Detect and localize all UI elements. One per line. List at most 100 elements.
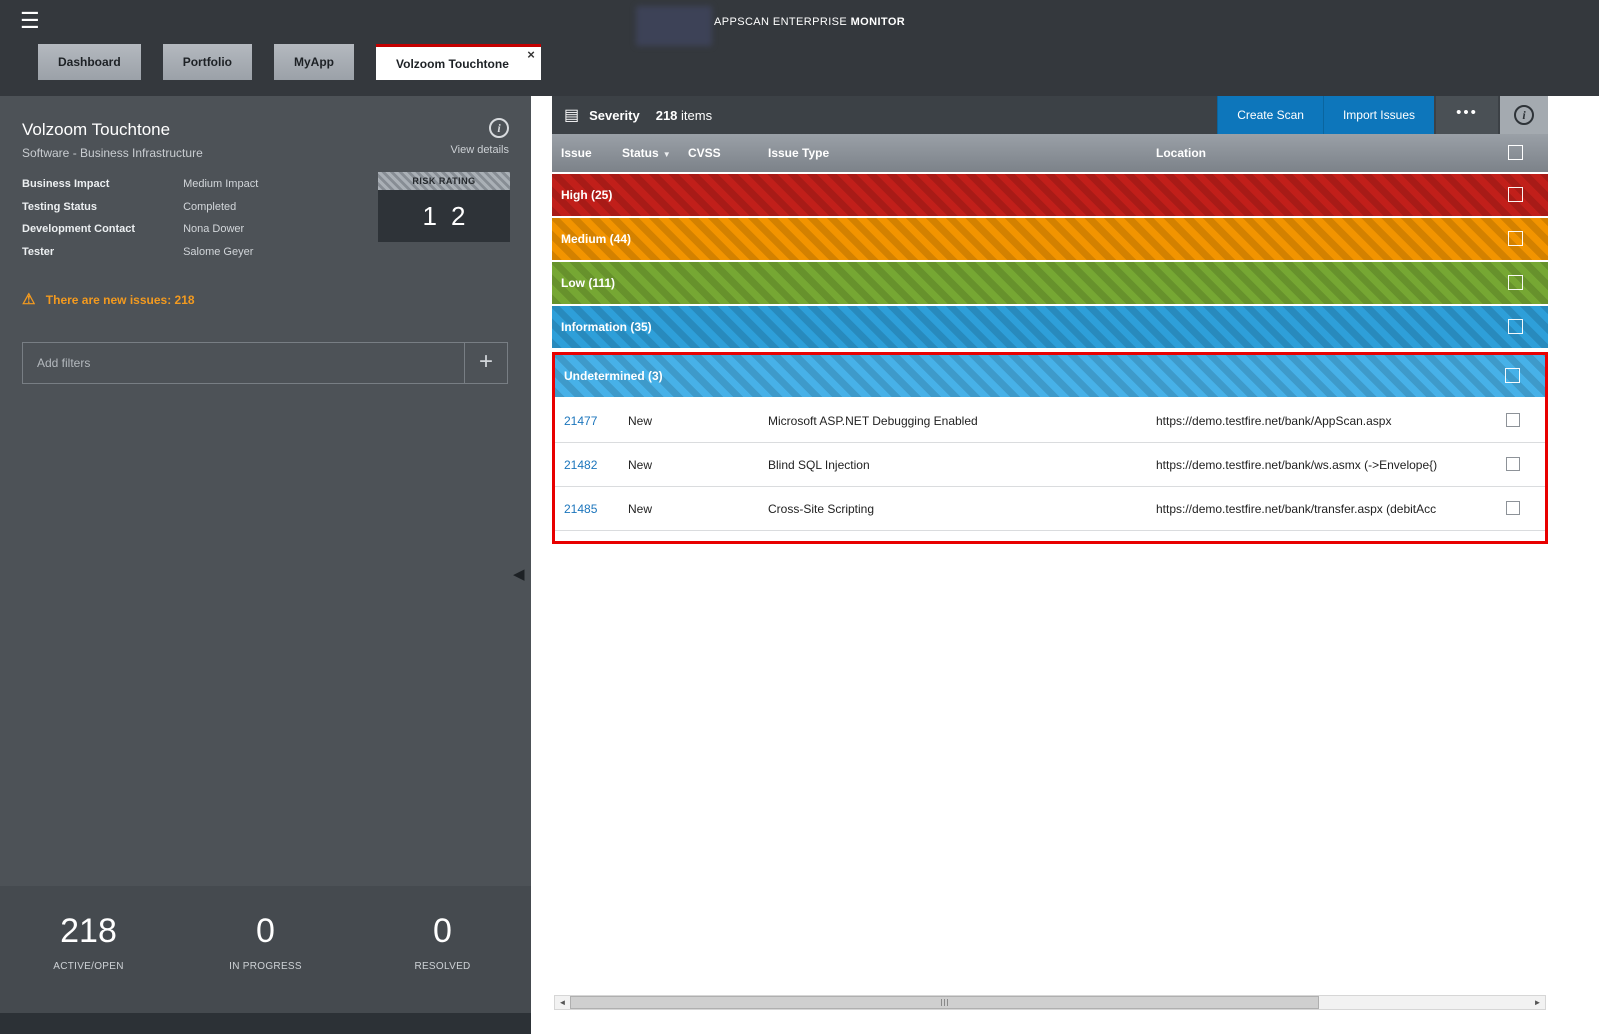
horizontal-scrollbar[interactable]: ◄ ► — [554, 995, 1546, 1010]
group-checkbox[interactable] — [1505, 368, 1520, 383]
scroll-right-arrow[interactable]: ► — [1530, 996, 1545, 1009]
field-label: Business Impact — [22, 178, 180, 190]
application-title: Volzoom Touchtone — [22, 120, 170, 140]
severity-group-high[interactable]: High (25) — [552, 174, 1548, 216]
severity-group-medium[interactable]: Medium (44) — [552, 218, 1548, 260]
stat-resolved: 0 RESOLVED — [354, 886, 531, 1013]
tab-label: Dashboard — [58, 55, 121, 69]
more-actions-button[interactable]: ••• — [1436, 96, 1498, 134]
severity-group-undetermined[interactable]: Undetermined (3) — [555, 355, 1545, 397]
group-label: High (25) — [561, 188, 612, 202]
column-header-location[interactable]: Location — [1156, 134, 1206, 172]
tab-label: Portfolio — [183, 55, 232, 69]
issue-location: https://demo.testfire.net/bank/AppScan.a… — [1156, 399, 1504, 443]
panel-info-button[interactable]: i — [1500, 96, 1548, 134]
issues-toolbar: ▤ Severity 218 items Create Scan Import … — [552, 96, 1548, 134]
column-header-issue[interactable]: Issue — [561, 134, 592, 172]
import-issues-button[interactable]: Import Issues — [1323, 96, 1434, 134]
issue-type: Blind SQL Injection — [768, 443, 870, 487]
risk-rating-widget: RISK RATING 12 — [378, 172, 510, 242]
add-filters-input[interactable]: Add filters — [23, 343, 464, 383]
annotation-highlight-box: Undetermined (3) 21477 New Microsoft ASP… — [552, 352, 1548, 544]
app-title: APPSCAN ENTERPRISE MONITOR — [714, 16, 905, 28]
risk-rating-label: RISK RATING — [378, 172, 510, 190]
field-value: Nona Dower — [183, 223, 244, 235]
info-icon[interactable]: i — [489, 118, 509, 138]
column-header-cvss[interactable]: CVSS — [688, 134, 721, 172]
tab-myapp[interactable]: MyApp — [274, 44, 354, 80]
issue-stats: 218 ACTIVE/OPEN 0 IN PROGRESS 0 RESOLVED — [0, 886, 531, 1013]
stat-value: 0 — [177, 912, 354, 951]
row-checkbox[interactable] — [1506, 413, 1520, 427]
top-bar: ☰ APPSCAN ENTERPRISE MONITOR Dashboard P… — [0, 0, 1599, 96]
column-header-label: Status — [622, 146, 659, 160]
issue-location: https://demo.testfire.net/bank/ws.asmx (… — [1156, 443, 1504, 487]
group-label: Information (35) — [561, 320, 652, 334]
stat-value: 218 — [0, 912, 177, 951]
warning-icon: ⚠ — [22, 291, 35, 308]
issues-table-body: High (25) Medium (44) Low (111) Informat… — [552, 174, 1548, 544]
group-label: Low (111) — [561, 276, 615, 290]
view-label: Severity — [589, 108, 640, 123]
issue-row[interactable]: 21485 New Cross-Site Scripting https://d… — [555, 487, 1545, 531]
severity-group-low[interactable]: Low (111) — [552, 262, 1548, 304]
application-fields: Business Impact Medium Impact Testing St… — [22, 178, 258, 268]
items-count-word: items — [681, 108, 712, 123]
application-subtitle: Software - Business Infrastructure — [22, 146, 203, 160]
close-tab-icon[interactable]: × — [527, 47, 535, 62]
hamburger-menu-icon[interactable]: ☰ — [20, 8, 40, 34]
risk-rating-value: 12 — [378, 190, 510, 242]
group-checkbox[interactable] — [1508, 275, 1523, 290]
items-count-number: 218 — [656, 108, 678, 123]
issue-status: New — [628, 399, 652, 443]
column-header-status[interactable]: Status ▼ — [622, 134, 671, 172]
warning-text: There are new issues: 218 — [46, 293, 195, 307]
tab-portfolio[interactable]: Portfolio — [163, 44, 252, 80]
add-filter-button[interactable]: + — [464, 343, 507, 383]
stat-label: IN PROGRESS — [177, 961, 354, 972]
field-label: Development Contact — [22, 223, 180, 235]
stat-in-progress: 0 IN PROGRESS — [177, 886, 354, 1013]
scroll-left-arrow[interactable]: ◄ — [555, 996, 570, 1009]
tab-dashboard[interactable]: Dashboard — [38, 44, 141, 80]
collapse-panel-arrow-icon[interactable]: ◀ — [513, 565, 525, 583]
severity-group-information[interactable]: Information (35) — [552, 306, 1548, 348]
table-header: Issue Status ▼ CVSS Issue Type Location — [552, 134, 1548, 172]
scrollbar-track[interactable] — [570, 996, 1530, 1009]
issue-location: https://demo.testfire.net/bank/transfer.… — [1156, 487, 1504, 531]
column-header-issue-type[interactable]: Issue Type — [768, 134, 829, 172]
company-logo — [636, 6, 712, 46]
group-checkbox[interactable] — [1508, 231, 1523, 246]
row-checkbox[interactable] — [1506, 501, 1520, 515]
row-checkbox[interactable] — [1506, 457, 1520, 471]
app-title-bold: MONITOR — [851, 16, 906, 28]
scrollbar-grip — [944, 999, 945, 1006]
field-row: Business Impact Medium Impact — [22, 178, 258, 201]
scrollbar-grip — [941, 999, 942, 1006]
items-count: 218 items — [656, 108, 712, 123]
field-value: Completed — [183, 201, 236, 213]
field-label: Testing Status — [22, 201, 180, 213]
scrollbar-thumb[interactable] — [570, 996, 1319, 1009]
view-details-link[interactable]: View details — [451, 144, 510, 156]
tab-volzoom-touchtone[interactable]: Volzoom Touchtone × — [376, 44, 541, 80]
select-all-checkbox[interactable] — [1508, 145, 1523, 160]
issue-row[interactable]: 21477 New Microsoft ASP.NET Debugging En… — [555, 399, 1545, 443]
view-selector-button[interactable]: ▤ Severity — [564, 105, 640, 125]
issue-id-link[interactable]: 21477 — [564, 399, 597, 443]
group-checkbox[interactable] — [1508, 319, 1523, 334]
field-value: Salome Geyer — [183, 246, 253, 258]
tab-label: MyApp — [294, 55, 334, 69]
sort-down-icon: ▼ — [663, 150, 671, 159]
issue-row[interactable]: 21482 New Blind SQL Injection https://de… — [555, 443, 1545, 487]
field-row: Tester Salome Geyer — [22, 246, 258, 269]
app-title-regular: APPSCAN ENTERPRISE — [714, 16, 847, 28]
create-scan-button[interactable]: Create Scan — [1217, 96, 1323, 134]
issue-status: New — [628, 443, 652, 487]
issue-id-link[interactable]: 21485 — [564, 487, 597, 531]
issue-id-link[interactable]: 21482 — [564, 443, 597, 487]
group-checkbox[interactable] — [1508, 187, 1523, 202]
stat-value: 0 — [354, 912, 531, 951]
stat-label: RESOLVED — [354, 961, 531, 972]
group-label: Undetermined (3) — [564, 369, 663, 383]
